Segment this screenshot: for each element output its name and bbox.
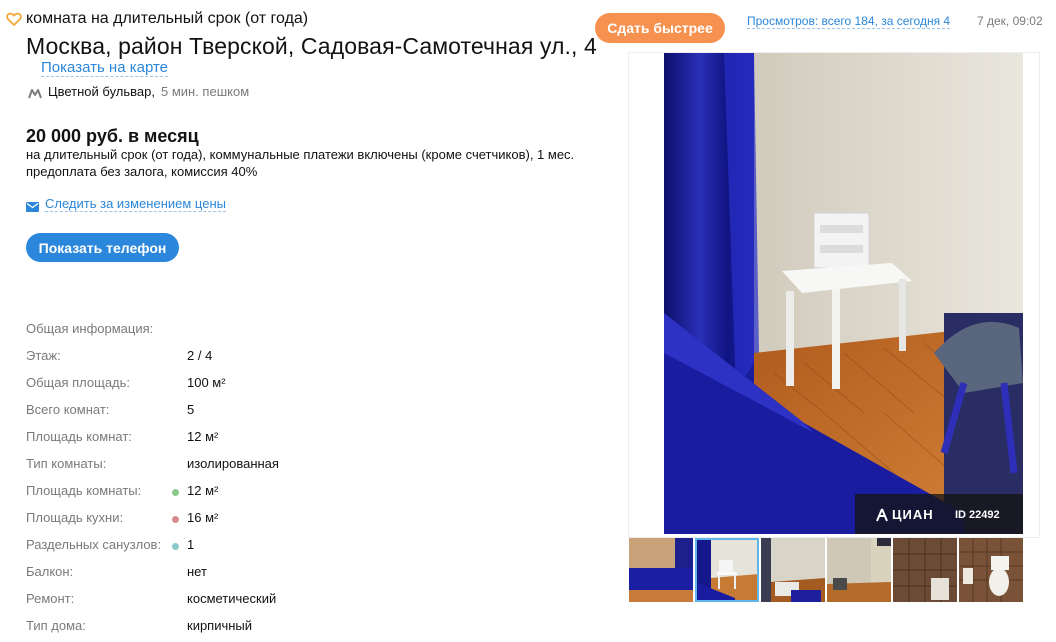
spec-value: 12 м² <box>187 483 219 498</box>
mail-icon <box>26 200 39 212</box>
spec-row: Площадь кухни: 16 м² <box>26 507 586 534</box>
cian-logo-text: ЦИАН <box>892 507 934 522</box>
show-on-map-link[interactable]: Показать на карте <box>41 60 169 77</box>
watch-price-row[interactable]: Следить за изменением цены <box>26 197 226 212</box>
room-photo-image <box>664 53 1023 534</box>
spec-label: Общая площадь: <box>26 375 131 390</box>
metro-icon <box>28 87 42 98</box>
spec-marker-dot <box>172 543 179 550</box>
spec-value: кирпичный <box>187 618 253 633</box>
specs-heading-row: Общая информация: <box>26 318 586 345</box>
spec-label: Площадь кухни: <box>26 510 124 525</box>
spec-row: Площадь комнаты: 12 м² <box>26 480 586 507</box>
spec-row: Всего комнат: 5 <box>26 399 586 426</box>
thumbnail-2[interactable] <box>695 538 759 602</box>
spec-row: Тип дома: кирпичный <box>26 615 586 642</box>
spec-row: Этаж: 2 / 4 <box>26 345 586 372</box>
spec-value: нет <box>187 564 207 579</box>
spec-value: 16 м² <box>187 510 219 525</box>
thumbnail-5[interactable] <box>893 538 957 602</box>
favorite-heart-icon[interactable] <box>6 11 22 27</box>
spec-label: Ремонт: <box>26 591 75 606</box>
spec-row: Площадь комнат: 12 м² <box>26 426 586 453</box>
main-photo[interactable]: ЦИАН ID 22492 <box>664 53 1023 534</box>
cian-logo-icon <box>876 508 888 521</box>
watch-price-link[interactable]: Следить за изменением цены <box>45 197 226 212</box>
spec-label: Площадь комнаты: <box>26 483 142 498</box>
spec-label: Раздельных санузлов: <box>26 537 162 552</box>
address-title: Москва, район Тверской, Садовая-Самотечн… <box>26 33 597 59</box>
metro-station[interactable]: Цветной бульвар, <box>48 84 155 99</box>
specs-heading: Общая информация: <box>26 321 154 336</box>
metro-info: Цветной бульвар, 5 мин. пешком <box>28 84 249 99</box>
spec-value: 12 м² <box>187 429 219 444</box>
rent-faster-button[interactable]: Сдать быстрее <box>595 13 725 43</box>
metro-walk-time: 5 мин. пешком <box>160 84 250 99</box>
thumbnail-4[interactable] <box>827 538 891 602</box>
cian-logo: ЦИАН <box>875 507 934 522</box>
thumbnail-1[interactable] <box>629 538 693 602</box>
spec-label: Балкон: <box>26 564 74 579</box>
price: 20 000 руб. в месяц <box>26 126 199 146</box>
cian-listing-id: ID 22492 <box>955 509 1000 521</box>
spec-row: Тип комнаты: изолированная <box>26 453 586 480</box>
spec-value: 1 <box>187 537 195 552</box>
spec-label: Тип комнаты: <box>26 456 107 471</box>
views-counter-link[interactable]: Просмотров: всего 184, за сегодня 4 <box>747 14 951 29</box>
spec-label: Площадь комнат: <box>26 429 132 444</box>
spec-row: Общая площадь: 100 м² <box>26 372 586 399</box>
spec-value: изолированная <box>187 456 279 471</box>
thumbnail-6[interactable] <box>959 538 1023 602</box>
offer-type: комната на длительный срок (от года) <box>26 10 309 27</box>
cian-watermark: ЦИАН ID 22492 <box>855 494 1023 534</box>
spec-row: Ремонт: косметический <box>26 588 586 615</box>
spec-marker-dot <box>172 489 179 496</box>
show-phone-button[interactable]: Показать телефон <box>26 233 179 262</box>
spec-label: Тип дома: <box>26 618 86 633</box>
spec-value: 5 <box>187 402 195 417</box>
spec-row: Балкон: нет <box>26 561 586 588</box>
price-description: на длительный срок (от года), коммунальн… <box>26 147 575 179</box>
spec-label: Всего комнат: <box>26 402 110 417</box>
spec-value: косметический <box>187 591 277 606</box>
publish-date: 7 дек, 09:02 <box>977 14 1043 28</box>
spec-value: 100 м² <box>187 375 226 390</box>
spec-value: 2 / 4 <box>187 348 213 363</box>
spec-row: Раздельных санузлов: 1 <box>26 534 586 561</box>
thumbnail-3[interactable] <box>761 538 825 602</box>
spec-label: Этаж: <box>26 348 61 363</box>
spec-marker-dot <box>172 516 179 523</box>
